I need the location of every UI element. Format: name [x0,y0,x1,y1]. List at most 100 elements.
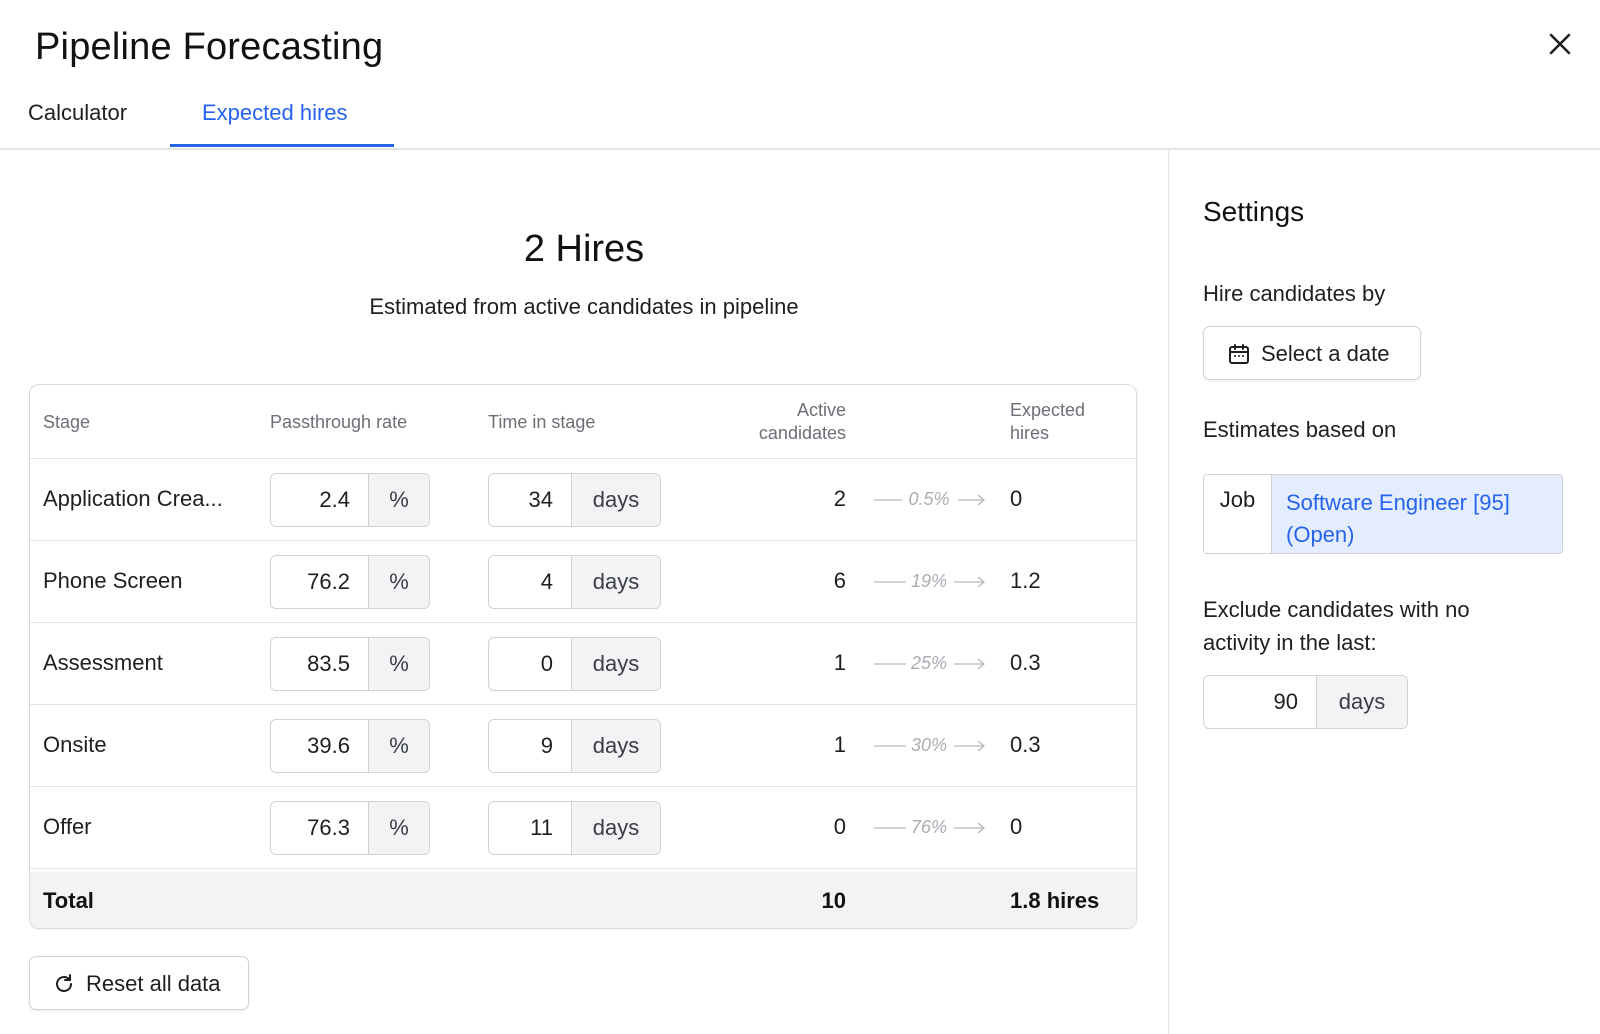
active-candidates: 1 [833,732,846,757]
percent-suffix: % [368,556,429,608]
conversion-arrow: 25% [870,651,988,677]
select-date-label: Select a date [1261,341,1390,366]
passthrough-rate-value[interactable]: 76.3 [271,802,368,854]
expected-hires-value: 1.2 [1010,568,1041,593]
job-link[interactable]: Software Engineer [95] (Open) [1272,475,1562,553]
settings-title: Settings [1203,196,1305,227]
expected-hires-value: 0.3 [1010,732,1041,757]
total-expected-hires: 1.8 hires [1010,888,1100,913]
select-date-button[interactable]: Select a date [1203,326,1421,380]
percent-suffix: % [368,638,429,690]
conversion-rate: 0.5% [908,489,950,509]
column-header-expected-line2: hires [1010,423,1050,443]
days-suffix: days [571,638,660,690]
table-row: Phone Screen 76.2 % 4 days 6 19% 1.2 [30,541,1136,623]
tab-expected-hires[interactable]: Expected hires [202,100,348,126]
close-icon[interactable] [1540,24,1580,64]
expected-hires-value: 0 [1010,486,1023,511]
table-total-row: Total 10 1.8 hires [30,872,1136,928]
column-header-time: Time in stage [488,412,596,432]
tab-calculator[interactable]: Calculator [28,100,127,126]
expected-hires-total: 2 Hires [523,228,645,270]
passthrough-rate-value[interactable]: 76.2 [271,556,368,608]
expected-hires-subtitle: Estimated from active candidates in pipe… [369,294,799,319]
stage-name: Phone Screen [43,568,183,593]
days-suffix: days [571,802,660,854]
active-candidates: 6 [833,568,846,593]
percent-suffix: % [368,474,429,526]
time-in-stage-input[interactable]: 4 days [488,555,661,609]
time-in-stage-value[interactable]: 34 [489,474,571,526]
passthrough-rate-value[interactable]: 83.5 [271,638,368,690]
table-row: Onsite 39.6 % 9 days 1 30% 0.3 [30,705,1136,787]
column-header-active-line2: candidates [758,423,846,443]
table-header: Stage Passthrough rate Time in stage Act… [30,385,1136,459]
exclude-days-input[interactable]: 90 days [1203,675,1408,729]
time-in-stage-input[interactable]: 34 days [488,473,661,527]
days-suffix: days [571,556,660,608]
active-candidates: 2 [833,486,846,511]
dialog-header: Pipeline Forecasting Calculator Expected… [0,0,1600,150]
conversion-arrow: 30% [870,733,988,759]
days-suffix: days [1316,676,1407,728]
passthrough-rate-value[interactable]: 2.4 [271,474,368,526]
time-in-stage-input[interactable]: 9 days [488,719,661,773]
passthrough-rate-input[interactable]: 76.3 % [270,801,430,855]
conversion-arrow: 0.5% [870,487,988,513]
estimates-based-on-label: Estimates based on [1203,417,1397,442]
passthrough-rate-input[interactable]: 2.4 % [270,473,430,527]
time-in-stage-input[interactable]: 11 days [488,801,661,855]
time-in-stage-value[interactable]: 11 [489,802,571,854]
total-label: Total [43,888,94,913]
days-suffix: days [571,720,660,772]
column-header-active-line1: Active [796,400,846,420]
stage-name: Application Crea... [43,486,223,511]
conversion-rate: 19% [910,571,948,591]
job-key-label: Job [1204,475,1272,553]
conversion-rate: 76% [910,817,948,837]
percent-suffix: % [368,720,429,772]
time-in-stage-value[interactable]: 9 [489,720,571,772]
stage-name: Onsite [43,732,107,757]
passthrough-rate-input[interactable]: 76.2 % [270,555,430,609]
table-row: Assessment 83.5 % 0 days 1 25% 0.3 [30,623,1136,705]
reset-all-data-button[interactable]: Reset all data [29,956,249,1010]
refresh-icon [56,974,72,992]
time-in-stage-input[interactable]: 0 days [488,637,661,691]
days-suffix: days [571,474,660,526]
column-header-active: Active candidates [759,399,846,445]
expected-hires-value: 0.3 [1010,650,1041,675]
column-header-passthrough: Passthrough rate [270,412,408,432]
percent-suffix: % [368,802,429,854]
total-active-candidates: 10 [821,888,846,913]
forecast-table: Stage Passthrough rate Time in stage Act… [29,384,1137,929]
table-row: Application Crea... 2.4 % 34 days 2 0.5%… [30,459,1136,541]
conversion-arrow: 76% [870,815,988,841]
exclude-days-value[interactable]: 90 [1204,676,1316,728]
reset-label: Reset all data [86,971,221,996]
table-row: Offer 76.3 % 11 days 0 76% 0 [30,787,1136,869]
time-in-stage-value[interactable]: 4 [489,556,571,608]
panel-divider [1168,150,1169,1034]
passthrough-rate-input[interactable]: 39.6 % [270,719,430,773]
conversion-arrow: 19% [870,569,988,595]
active-tab-indicator [170,144,394,147]
column-header-expected-line1: Expected [1010,400,1086,420]
hire-candidates-by-label: Hire candidates by [1203,281,1386,306]
dialog-title: Pipeline Forecasting [35,26,384,68]
time-in-stage-value[interactable]: 0 [489,638,571,690]
exclude-label-line2: activity in the last: [1203,630,1377,655]
conversion-rate: 30% [910,735,948,755]
stage-name: Offer [43,814,92,839]
active-candidates: 1 [833,650,846,675]
exclude-label-line1: Exclude candidates with no [1203,597,1470,622]
expected-hires-value: 0 [1010,814,1023,839]
active-candidates: 0 [833,814,846,839]
conversion-rate: 25% [910,653,948,673]
job-filter: Job Software Engineer [95] (Open) [1203,474,1563,554]
passthrough-rate-value[interactable]: 39.6 [271,720,368,772]
column-header-expected: Expected hires [1010,399,1085,445]
passthrough-rate-input[interactable]: 83.5 % [270,637,430,691]
column-header-stage: Stage [43,412,91,432]
stage-name: Assessment [43,650,163,675]
